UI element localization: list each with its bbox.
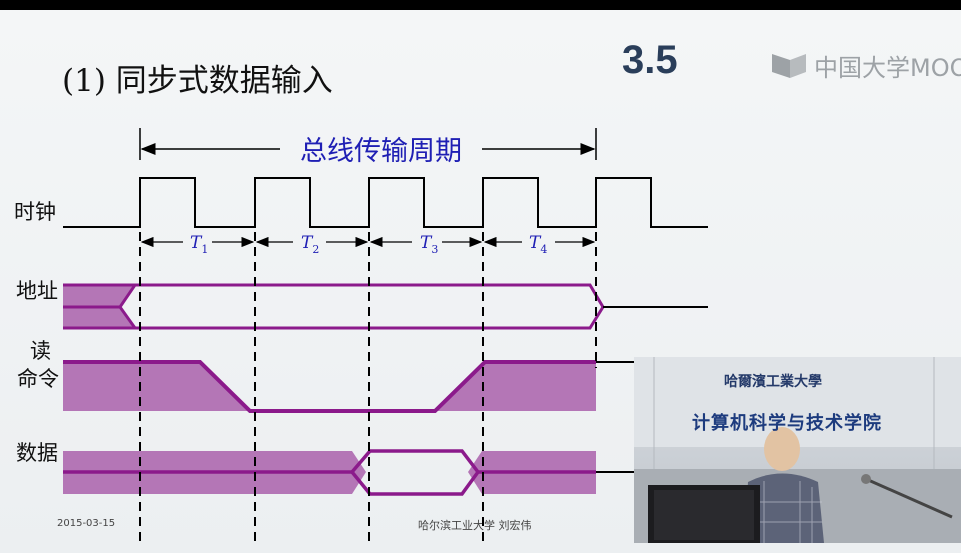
read-command-waveform [63, 360, 708, 413]
address-waveform [63, 283, 708, 330]
clock-waveform [63, 177, 708, 228]
bus-cycle-label: 总线传输周期 [300, 136, 462, 167]
period-t1-label: T1 [190, 233, 208, 256]
lecturer-video-inset: 哈爾濱工業大學 计算机科学与技术学院 [634, 357, 961, 543]
university-banner: 哈爾濱工業大學 [724, 374, 822, 390]
period-t3-label: T3 [420, 233, 438, 256]
data-waveform [63, 449, 640, 496]
period-t4-label: T4 [529, 233, 547, 256]
school-banner: 计算机科学与技术学院 [692, 413, 882, 434]
period-t2-label: T2 [301, 233, 319, 256]
